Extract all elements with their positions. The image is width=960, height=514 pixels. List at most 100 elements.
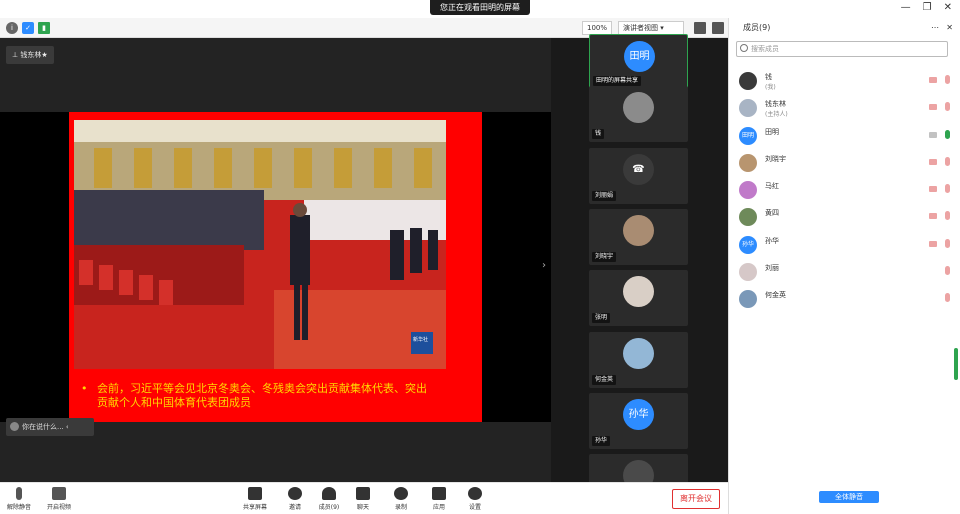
caption-text: 会前，习近平等会见北京冬奥会、冬残奥会突出贡献集体代表、突出贡献个人和中国体育代…: [97, 382, 427, 409]
mic-muted-icon: [945, 293, 950, 303]
avatar: [739, 153, 757, 172]
avatar: [739, 181, 757, 200]
info-icon[interactable]: i: [6, 22, 18, 34]
video-tile[interactable]: ☎ 刘丽娟: [589, 148, 688, 204]
list-item[interactable]: 孙华 孙华: [729, 232, 960, 259]
avatar: 田明: [739, 126, 757, 145]
shield-icon[interactable]: ✓: [22, 22, 34, 34]
close-icon[interactable]: ✕: [944, 2, 952, 13]
mic-on-icon: [945, 129, 950, 139]
chevron-right-icon[interactable]: ›: [542, 260, 546, 271]
participant-name: 孙华: [765, 236, 779, 245]
list-item[interactable]: 田明 田明: [729, 123, 960, 150]
video-tile[interactable]: 何金英: [589, 332, 688, 388]
tile-name: 张明: [592, 313, 611, 323]
minimize-icon[interactable]: —: [901, 2, 911, 13]
list-item[interactable]: 钱东林 (主持人): [729, 95, 960, 122]
video-tile[interactable]: 张明: [589, 270, 688, 326]
zoom-level[interactable]: 100%: [582, 21, 613, 35]
layout-icon[interactable]: [712, 22, 724, 34]
tile-name: 何金英: [592, 375, 617, 385]
avatar: [739, 99, 757, 118]
more-icon[interactable]: ⋯: [931, 18, 939, 38]
chat-preview[interactable]: 你在说什么... ‹: [6, 418, 94, 436]
start-video-label: 开启视频: [46, 504, 71, 511]
avatar: [623, 276, 654, 307]
title-bar: 您正在观看田明的屏幕 — ❐ ✕: [0, 0, 960, 18]
avatar: 田明: [624, 41, 655, 72]
chat-button[interactable]: 聊天: [348, 487, 378, 511]
view-switcher[interactable]: 演讲者视图 ▾: [618, 21, 684, 35]
settings-label: 设置: [468, 504, 481, 511]
video-tile[interactable]: 刘晓宇: [589, 209, 688, 265]
avatar: [739, 263, 757, 282]
avatar: [739, 72, 757, 90]
mic-muted-icon: [945, 102, 950, 112]
participants-label: 成员(9): [318, 504, 340, 511]
screen-share-icon: [929, 131, 937, 138]
search-placeholder: 搜索成员: [751, 45, 779, 53]
participant-role: (主持人): [765, 111, 788, 119]
apps-grid-icon: [432, 487, 446, 500]
tile-name: 钱: [592, 129, 605, 139]
participant-role: (我): [765, 84, 776, 91]
participant-search-input[interactable]: 搜索成员: [736, 41, 948, 57]
invite-button[interactable]: 邀请: [280, 487, 310, 511]
phone-icon: ☎: [623, 154, 654, 185]
camera-off-icon: [929, 213, 937, 220]
meeting-app: 您正在观看田明的屏幕 — ❐ ✕ i ✓ ▮ 100% 演讲者视图 ▾ ⊥ 钱东…: [0, 0, 960, 514]
search-icon: [740, 44, 748, 52]
panel-scrollbar[interactable]: [954, 348, 958, 380]
mute-all-button[interactable]: 全体静音: [819, 491, 879, 503]
video-tile[interactable]: 钱: [589, 86, 688, 142]
video-tile[interactable]: 孙华 孙华: [589, 393, 688, 449]
camera-off-icon: [929, 240, 937, 247]
close-panel-icon[interactable]: ✕: [946, 18, 953, 38]
invite-label: 邀请: [288, 504, 301, 511]
window-title[interactable]: 您正在观看田明的屏幕: [430, 0, 530, 15]
share-screen-label: 共享屏幕: [242, 504, 267, 511]
start-video-button[interactable]: 开启视频: [44, 487, 74, 511]
chat-bubble-icon: [10, 422, 19, 431]
participants-button[interactable]: 成员(9): [314, 487, 344, 511]
photo-watermark: 新华社: [413, 337, 429, 343]
participant-name: 钱: [765, 73, 772, 81]
share-screen-button[interactable]: 共享屏幕: [240, 487, 270, 511]
panel-header: 成员(9) ⋯ ✕: [729, 18, 960, 38]
participant-name: 马红: [765, 182, 779, 191]
list-item[interactable]: 黄四: [729, 204, 960, 231]
unmute-label: 解除静音: [6, 504, 31, 511]
list-item[interactable]: 马红: [729, 177, 960, 204]
apps-button[interactable]: 应用: [424, 487, 454, 511]
shared-screen: 新华社 • 会前，习近平等会见北京冬奥会、冬残奥会突出贡献集体代表、突出贡献个人…: [0, 112, 551, 422]
camera-off-icon: [929, 158, 937, 165]
video-gallery[interactable]: 田明 田明的屏幕共享 钱 ☎ 刘丽娟 刘晓宇 张明 何金英 孙华 孙华: [551, 34, 728, 510]
list-item[interactable]: 刘丽: [729, 259, 960, 286]
list-item[interactable]: 刘晓宇: [729, 150, 960, 177]
participants-icon: [322, 487, 336, 500]
signal-icon[interactable]: ▮: [38, 22, 50, 34]
fullscreen-icon[interactable]: [694, 22, 706, 34]
unmute-button[interactable]: 解除静音: [4, 487, 34, 511]
tile-name: 刘丽娟: [592, 191, 617, 201]
mic-muted-icon: [945, 184, 950, 194]
avatar: [739, 208, 757, 227]
list-item[interactable]: 何金英: [729, 286, 960, 313]
leave-meeting-button[interactable]: 离开会议: [672, 489, 720, 509]
settings-button[interactable]: 设置: [460, 487, 490, 511]
list-item[interactable]: 钱 (我): [729, 68, 960, 95]
participant-name: 刘丽: [765, 264, 779, 273]
mic-muted-icon: [16, 487, 22, 500]
avatar: [623, 215, 654, 246]
tile-name: 田明的屏幕共享: [593, 76, 642, 86]
participant-list: 钱 (我) 钱东林 (主持人) 田明 田明 刘晓宇 马红 黄四 孙华 孙华 刘丽…: [729, 68, 960, 314]
video-tile[interactable]: 田明 田明的屏幕共享: [589, 34, 688, 90]
camera-off-icon: [929, 186, 937, 193]
tile-name: 孙华: [592, 436, 611, 446]
participant-name: 黄四: [765, 209, 779, 218]
mic-muted-icon: [945, 238, 950, 248]
restore-icon[interactable]: ❐: [923, 2, 932, 13]
record-button[interactable]: 录制: [386, 487, 416, 511]
active-speaker-tag: ⊥ 钱东林★: [6, 46, 54, 64]
mic-muted-icon: [945, 266, 950, 276]
